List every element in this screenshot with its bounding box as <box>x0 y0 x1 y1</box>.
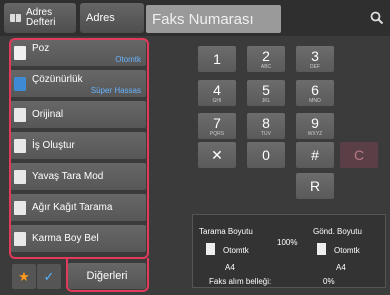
key-2[interactable]: 2 ABC <box>247 46 285 72</box>
memory-value: 0% <box>323 277 335 286</box>
send-paper-size: A4 <box>336 263 346 272</box>
send-size-label: Gönd. Boyutu <box>313 227 362 236</box>
key-digit: C <box>353 147 365 163</box>
key-6[interactable]: 6 MNO <box>296 80 334 106</box>
key-digit: 5 <box>262 82 270 98</box>
key-digit: # <box>311 147 319 163</box>
redial-button[interactable]: R <box>296 173 334 199</box>
address-button[interactable]: Adres <box>80 3 144 33</box>
memory-label: Faks alım belleği: <box>209 277 272 286</box>
key-pause[interactable]: ✕ <box>198 142 236 168</box>
star-icon: ★ <box>18 268 30 284</box>
key-9[interactable]: 9 WXYZ <box>296 113 334 139</box>
key-digit: 4 <box>213 82 221 98</box>
address-book-label: Adres Defteri <box>26 7 56 28</box>
key-letters: TUV <box>261 131 271 137</box>
key-letters: MNO <box>309 98 321 104</box>
key-letters: PQRS <box>209 131 225 137</box>
key-digit: 1 <box>213 51 221 67</box>
fax-number-input[interactable]: Faks Numarası <box>146 5 281 33</box>
key-digit: 8 <box>262 115 270 131</box>
favorites-button[interactable]: ★ <box>12 264 36 289</box>
key-0[interactable]: 0 <box>247 142 285 168</box>
checkmark-icon: ✓ <box>43 268 55 284</box>
address-book-button[interactable]: Adres Defteri <box>4 3 76 33</box>
document-icon <box>317 243 326 255</box>
key-letters: WXYZ <box>307 131 323 137</box>
document-icon <box>206 243 215 255</box>
search-button[interactable] <box>364 3 390 33</box>
key-5[interactable]: 5 JKL <box>247 80 285 106</box>
key-hash[interactable]: # <box>296 142 334 168</box>
key-digit: R <box>309 178 321 194</box>
key-letters: DEF <box>310 64 320 70</box>
pause-icon: ✕ <box>211 147 223 163</box>
key-letters: JKL <box>261 98 271 104</box>
send-mode: Otomtk <box>334 246 360 255</box>
key-8[interactable]: 8 TUV <box>247 113 285 139</box>
address-book-icon <box>10 14 21 22</box>
key-digit: 9 <box>311 115 319 131</box>
scan-mode: Otomtk <box>223 246 249 255</box>
key-letters: ABC <box>260 64 272 70</box>
key-3[interactable]: 3 DEF <box>296 46 334 72</box>
key-digit: 2 <box>262 48 270 64</box>
check-button[interactable]: ✓ <box>37 264 61 289</box>
key-letters: GHI <box>212 98 222 104</box>
key-digit: 7 <box>213 115 221 131</box>
key-4[interactable]: 4 GHI <box>198 80 236 106</box>
key-1[interactable]: 1 <box>198 46 236 72</box>
search-icon <box>370 11 384 25</box>
key-digit: 6 <box>311 82 319 98</box>
status-panel: Tarama Boyutu Gönd. Boyutu Otomtk 100% O… <box>192 214 386 288</box>
scan-paper-size: A4 <box>225 263 235 272</box>
scan-size-label: Tarama Boyutu <box>199 227 253 236</box>
key-7[interactable]: 7 PQRS <box>198 113 236 139</box>
key-digit: 3 <box>311 48 319 64</box>
ratio: 100% <box>277 238 298 247</box>
clear-button[interactable]: C <box>340 142 378 168</box>
others-button[interactable]: Diğerleri <box>68 263 146 289</box>
highlight-frame <box>9 38 149 259</box>
key-digit: 0 <box>262 147 270 163</box>
